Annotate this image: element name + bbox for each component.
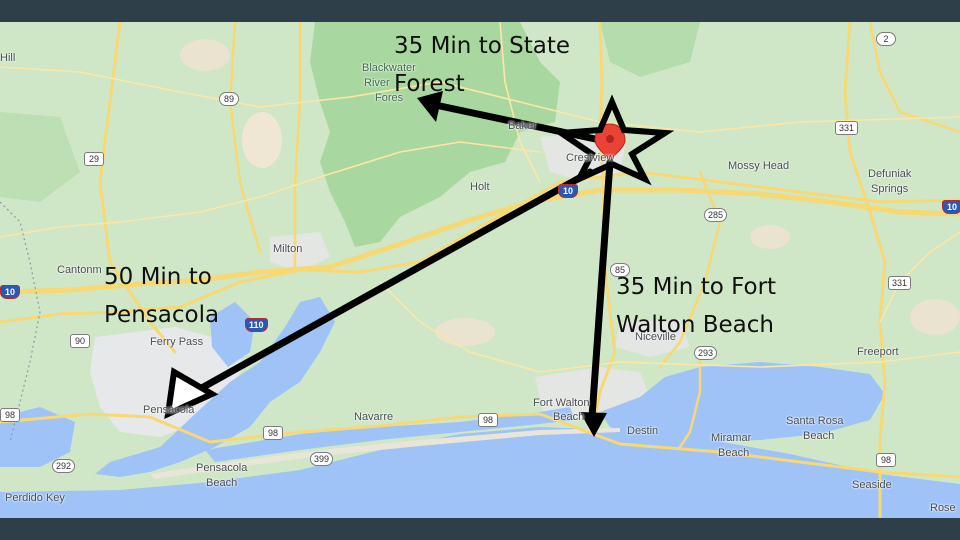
route-shield-sr-293: 293 [694, 346, 718, 360]
annotation-state-forest: 35 Min to State Forest [394, 27, 570, 103]
place-label-miramar-1: Miramar [711, 432, 752, 444]
sand-patch-2 [435, 318, 495, 346]
route-shield-us-2: 2 [876, 32, 896, 46]
route-shield-us-98-east: 98 [876, 453, 896, 467]
annotation-fort-walton-line-1: 35 Min to Fort [616, 274, 777, 300]
place-label-fort-walton-1: Fort Walton [533, 397, 590, 409]
place-label-milton: Milton [273, 243, 303, 255]
sand-patch-3 [750, 225, 790, 249]
place-label-mossy-head: Mossy Head [728, 160, 790, 172]
route-shield-sr-89: 89 [219, 92, 239, 106]
place-label-pensacola: Pensacola [143, 404, 195, 416]
place-label-defuniak-1: Defuniak [868, 168, 912, 180]
place-label-blackwater-2: River [364, 77, 390, 89]
place-label-freeport: Freeport [857, 346, 899, 358]
route-shield-sr-399: 399 [310, 452, 334, 466]
place-label-pensacola-beach-1: Pensacola [196, 462, 248, 474]
annotation-state-forest-line-2: Forest [394, 71, 465, 97]
place-label-perdido-key: Perdido Key [5, 492, 65, 504]
place-label-fort-walton-2: Beach [553, 411, 585, 423]
annotation-fort-walton: 35 Min to Fort Walton Beach [616, 268, 776, 344]
sand-patch-5 [180, 39, 230, 71]
route-shield-us-331-north: 331 [835, 121, 859, 135]
route-shield-sr-292: 292 [52, 459, 76, 473]
annotation-pensacola: 50 Min to Pensacola [104, 258, 219, 334]
place-label-ferry-pass: Ferry Pass [150, 336, 204, 348]
route-shield-i-10-west: 10 [0, 285, 20, 299]
place-label-baker: Baker [508, 120, 537, 132]
place-label-pensacola-beach-2: Beach [206, 477, 238, 489]
place-label-hill: Hill [0, 52, 16, 64]
place-label-seaside: Seaside [852, 479, 892, 491]
annotation-pensacola-line-2: Pensacola [104, 302, 220, 328]
place-label-navarre: Navarre [354, 411, 394, 423]
route-shield-us-331-south: 331 [888, 276, 912, 290]
route-shield-i-10-east: 10 [942, 200, 960, 214]
place-label-destin: Destin [627, 425, 659, 437]
place-label-santa-rosa-2: Beach [803, 430, 835, 442]
map-frame: Hill Blackwater River Fores Baker Crestv… [0, 22, 960, 518]
route-shield-us-98-navarre: 98 [263, 426, 283, 440]
route-shield-us-98-west: 98 [0, 408, 20, 422]
place-label-rose: Rose [930, 502, 956, 514]
annotation-state-forest-line-1: 35 Min to State [394, 33, 570, 59]
sand-patch-4 [910, 299, 960, 335]
annotation-pensacola-line-1: 50 Min to [104, 264, 212, 290]
place-label-defuniak-2: Springs [871, 183, 909, 195]
place-label-santa-rosa-1: Santa Rosa [786, 415, 844, 427]
place-label-miramar-2: Beach [718, 447, 750, 459]
route-shield-us-90: 90 [70, 334, 90, 348]
route-shield-us-29: 29 [84, 152, 104, 166]
place-label-cantonment: Cantonm [57, 264, 102, 276]
annotation-fort-walton-line-2: Walton Beach [616, 312, 774, 338]
place-label-holt: Holt [470, 181, 490, 193]
route-shield-i-10-crestview: 10 [558, 184, 578, 198]
route-shield-sr-285: 285 [704, 208, 728, 222]
sand-patch-1 [242, 112, 282, 168]
route-shield-us-98-gulf: 98 [478, 413, 498, 427]
place-label-crestview: Crestview [566, 152, 615, 164]
route-shield-i-110: 110 [245, 318, 268, 332]
